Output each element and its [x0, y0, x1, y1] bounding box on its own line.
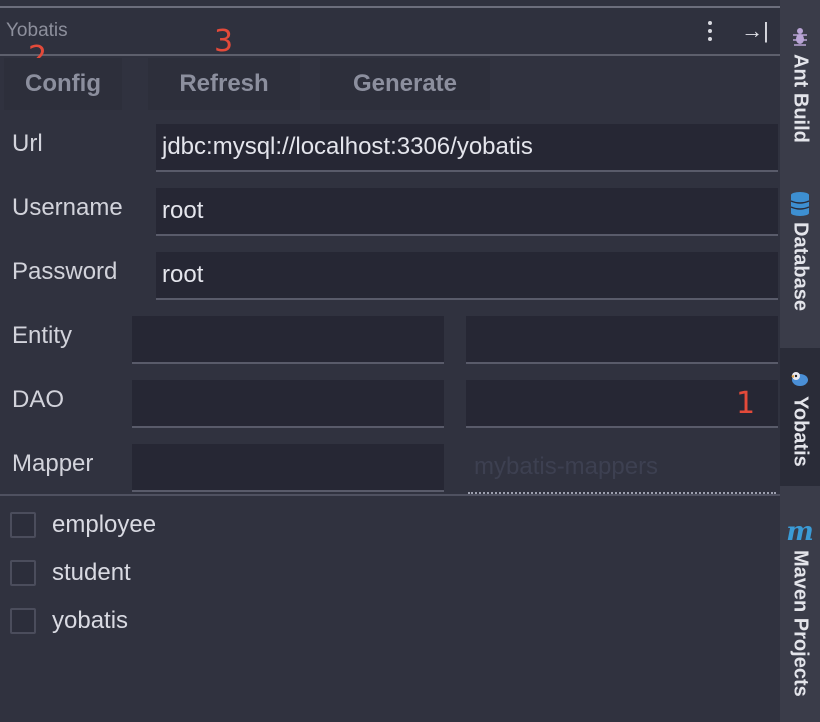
username-label: Username — [12, 194, 123, 221]
dao-package-field[interactable] — [466, 380, 778, 428]
more-options-icon[interactable] — [700, 18, 720, 44]
url-field[interactable]: jdbc:mysql://localhost:3306/yobatis — [156, 124, 778, 172]
table-item-label: employee — [52, 511, 157, 538]
database-icon — [788, 192, 812, 216]
right-tool-strip: Ant Build Database Yobatis m Maven Proje… — [780, 0, 820, 722]
password-label: Password — [12, 258, 118, 285]
entity-label: Entity — [12, 322, 73, 349]
username-field[interactable]: root — [156, 188, 778, 236]
annotation-1: 1 — [736, 386, 756, 421]
entity-path-field[interactable] — [132, 316, 444, 364]
table-item-yobatis[interactable]: yobatis — [10, 604, 128, 638]
checkbox[interactable] — [10, 560, 36, 586]
password-field[interactable]: root — [156, 252, 778, 300]
sidebar-item-ant-build[interactable]: Ant Build — [780, 24, 820, 174]
yobatis-bird-icon — [788, 366, 812, 390]
dao-path-field[interactable] — [132, 380, 444, 428]
entity-package-field[interactable] — [466, 316, 778, 364]
table-item-label: student — [52, 559, 131, 586]
refresh-button[interactable]: Refresh — [148, 58, 300, 110]
generate-button[interactable]: Generate — [320, 58, 490, 110]
table-item-student[interactable]: student — [10, 556, 131, 590]
sidebar-item-database[interactable]: Database — [780, 192, 820, 332]
checkbox[interactable] — [10, 608, 36, 634]
mapper-folder-field[interactable]: mybatis-mappers — [468, 444, 776, 494]
mapper-label: Mapper — [12, 450, 94, 477]
section-divider — [0, 494, 780, 496]
table-item-label: yobatis — [52, 607, 129, 634]
sidebar-item-label: Ant Build — [789, 54, 812, 143]
sidebar-item-label: Maven Projects — [789, 550, 812, 697]
tool-window-header: Yobatis →| — [0, 8, 780, 56]
tool-window-title: Yobatis — [6, 20, 68, 41]
sidebar-item-maven-projects[interactable]: m Maven Projects — [780, 517, 820, 716]
sidebar-item-yobatis[interactable]: Yobatis — [780, 348, 820, 486]
table-item-employee[interactable]: employee — [10, 508, 156, 542]
maven-icon: m — [786, 517, 814, 547]
sidebar-item-label: Database — [789, 222, 812, 311]
mapper-path-field[interactable] — [132, 444, 444, 492]
ant-icon — [788, 24, 812, 48]
config-button[interactable]: Config — [4, 58, 122, 110]
sidebar-item-label: Yobatis — [789, 396, 812, 467]
annotation-3: 3 — [214, 24, 234, 59]
url-label: Url — [12, 130, 43, 157]
yobatis-tool-window: Yobatis →| 2 3 Config Refresh Generate U… — [0, 0, 780, 722]
dao-label: DAO — [12, 386, 65, 413]
checkbox[interactable] — [10, 512, 36, 538]
hide-panel-icon[interactable]: →| — [738, 16, 772, 46]
